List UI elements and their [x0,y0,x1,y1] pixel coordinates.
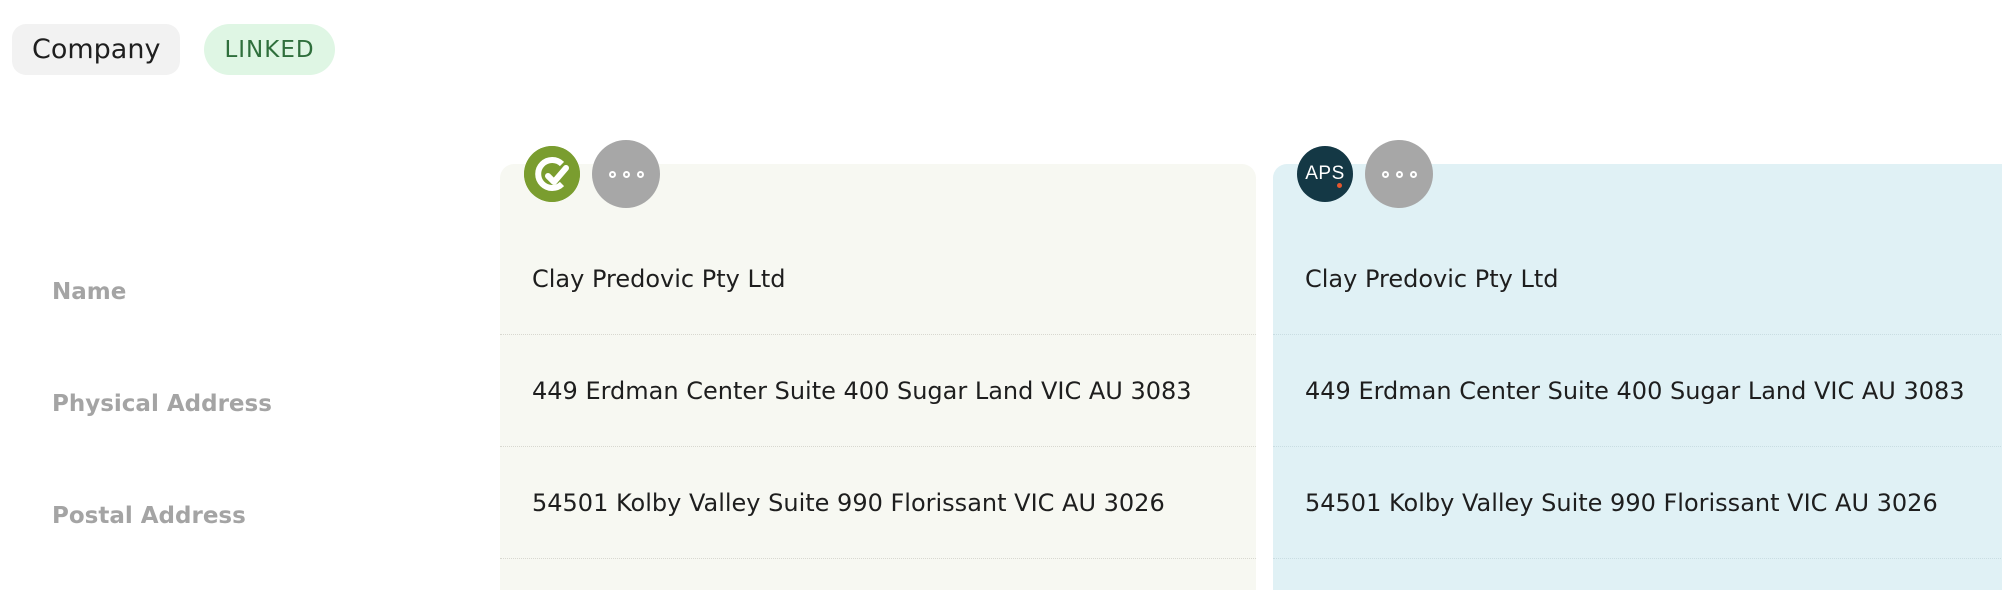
status-badge: LINKED [204,24,335,75]
cell-physical-address: 449 Erdman Center Suite 400 Sugar Land V… [1273,335,2002,447]
cell-physical-address: 449 Erdman Center Suite 400 Sugar Land V… [500,335,1256,447]
cell-name: Clay Predovic Pty Ltd [500,223,1256,335]
dot-icon [1395,170,1403,178]
row-label-postal-address: Postal Address [52,503,246,529]
more-options-button[interactable] [1365,140,1433,208]
cell-postal-address: 54501 Kolby Valley Suite 990 Florissant … [500,447,1256,559]
header: Company LINKED [12,24,335,75]
aps-logo-icon: APS [1297,146,1353,202]
dot-icon [1381,170,1389,178]
aps-logo-text: APS [1305,163,1345,184]
row-label-name: Name [52,279,127,305]
dot-icon [1409,170,1417,178]
column-header-icons [524,140,660,208]
more-options-button[interactable] [592,140,660,208]
entity-type-label: Company [12,24,181,75]
dot-icon [636,170,644,178]
cell-name: Clay Predovic Pty Ltd [1273,223,2002,335]
cell-postal-address: 54501 Kolby Valley Suite 990 Florissant … [1273,447,2002,559]
dot-icon [608,170,616,178]
row-label-physical-address: Physical Address [52,391,272,417]
dot-icon [622,170,630,178]
page: Company LINKED Name Physical Address Pos… [0,0,2002,590]
record-column-right: APS Clay Predovic Pty Ltd 449 Erdman Cen… [1273,140,2002,590]
record-column-left: Clay Predovic Pty Ltd 449 Erdman Center … [500,140,1256,590]
column-header-icons: APS [1297,140,1433,208]
clay-predovic-logo-icon [524,146,580,202]
